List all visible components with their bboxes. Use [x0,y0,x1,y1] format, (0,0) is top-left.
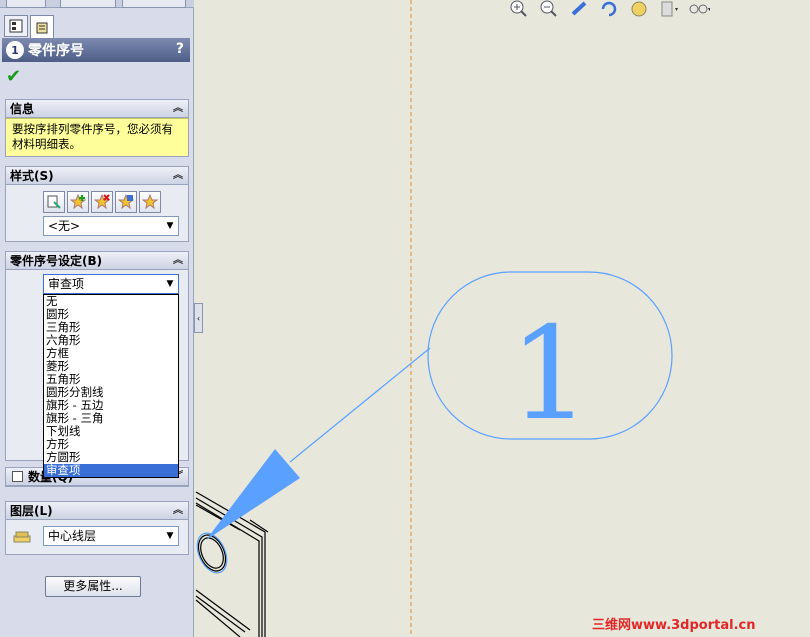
quantity-checkbox[interactable] [12,471,23,482]
collapse-chevron-icon[interactable]: ︽ [173,167,183,185]
collapse-chevron-icon[interactable]: ︽ [173,100,183,118]
chevron-down-icon[interactable]: ▼ [162,275,178,293]
feature-manager-tab[interactable] [4,15,28,37]
load-star-icon [142,194,158,210]
dropdown-option[interactable]: 审查项 [44,464,178,477]
balloon-style-value: 审查项 [48,277,85,291]
apply-style-button[interactable] [43,191,65,213]
balloon-icon: 1 [6,41,24,59]
rotate-icon[interactable] [598,0,620,18]
apply-style-icon [47,195,61,209]
delete-style-button[interactable] [91,191,113,213]
info-group-title: 信息 [10,102,35,116]
style-select[interactable]: <无> ▼ [43,216,179,236]
save-star-icon [118,194,134,210]
help-button[interactable]: ? [176,41,184,57]
balloon-settings-header[interactable]: 零件序号设定(B) ︽ [6,252,188,270]
chevron-down-icon[interactable]: ▼ [162,527,178,545]
layer-select-value: 中心线层 [48,529,97,543]
leader-arrowhead [206,449,300,540]
chevron-down-icon[interactable]: ▼ [162,217,178,235]
balloon-settings-title: 零件序号设定(B) [10,254,103,268]
load-style-button[interactable] [139,191,161,213]
panel-splitter-handle[interactable]: ‹ [194,303,203,333]
balloon-leader-line [289,347,431,463]
collapse-chevron-icon[interactable]: ︽ [173,502,183,520]
layer-group-header[interactable]: 图层(L) ︽ [6,502,188,520]
delete-star-icon [94,194,110,210]
document-tab[interactable] [60,0,116,8]
style-group-title: 样式(S) [10,169,54,183]
collapse-chevron-icon[interactable]: ︽ [173,252,183,270]
info-text-line: 材料明细表。 [12,137,81,151]
display-style-icon[interactable] [658,0,680,18]
panel-title-bar: 1 零件序号 ? [2,38,190,62]
info-text-line: 要按序排列零件序号，您必须有 [12,122,173,136]
document-tabs [0,0,194,8]
style-select-value: <无> [48,219,81,233]
balloon-number: 1 [509,300,590,449]
confirm-checkmark-icon[interactable]: ✔ [6,66,21,87]
zoom-in-icon[interactable] [508,0,530,18]
pan-icon[interactable] [568,0,590,18]
layer-icon [13,530,31,547]
more-properties-button[interactable]: 更多属性... [45,576,141,597]
document-tab[interactable] [6,0,46,8]
add-style-button[interactable] [67,191,89,213]
view-toolbar [508,0,710,20]
watermark: 三维网www.3dportal.cn [592,618,756,633]
panel-title: 零件序号 [28,43,84,59]
property-icon [36,22,48,34]
info-group: 信息 ︽ 要按序排列零件序号，您必须有 材料明细表。 [5,99,189,157]
save-style-button[interactable] [115,191,137,213]
style-group: 样式(S) ︽ <无> ▼ [5,166,189,242]
balloon-style-select[interactable]: 审查项 ▼ [43,274,179,294]
balloon-style-dropdown-list[interactable]: 无圆形 三角形 六角形 方框 菱形 五角形 圆形分割线 旗形 - 五边 旗形 - 三角 下划线 方形… [43,294,179,478]
view-orientation-icon[interactable] [628,0,650,18]
hide-show-icon[interactable] [688,0,710,18]
document-tab[interactable] [122,0,186,8]
style-group-header[interactable]: 样式(S) ︽ [6,167,188,185]
property-manager-tab[interactable] [30,15,54,38]
info-message: 要按序排列零件序号，您必须有 材料明细表。 [6,118,188,156]
layer-group-title: 图层(L) [10,504,53,518]
add-star-icon [70,194,86,210]
feature-tree-icon [9,19,23,33]
layer-group: 图层(L) ︽ 中心线层 ▼ [5,501,189,555]
layer-select[interactable]: 中心线层 ▼ [43,526,179,546]
zoom-out-icon[interactable] [538,0,560,18]
info-group-header[interactable]: 信息 ︽ [6,100,188,118]
